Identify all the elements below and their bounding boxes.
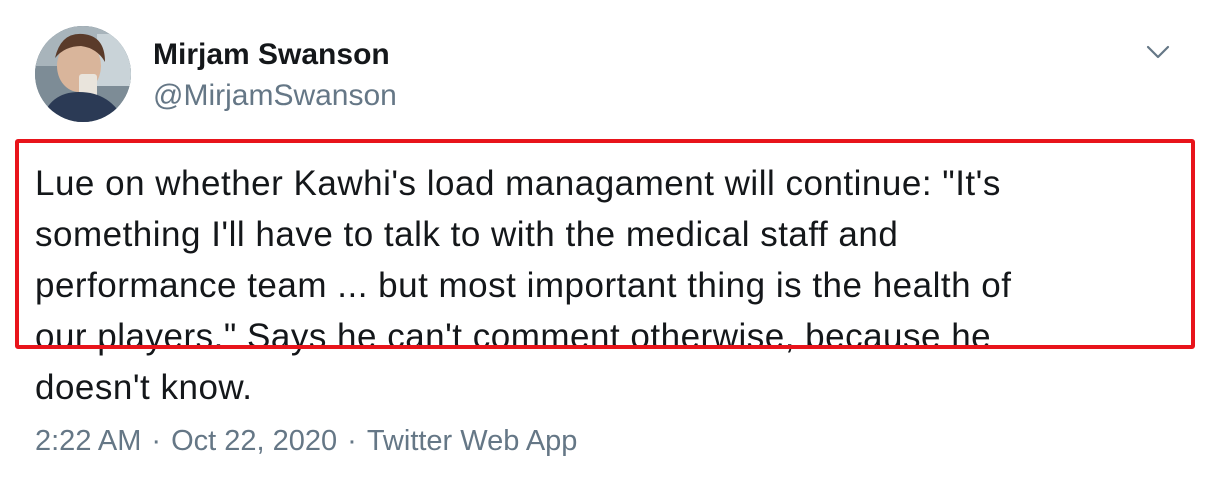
chevron-down-icon <box>1146 45 1170 59</box>
meta-separator: · <box>151 425 162 457</box>
tweet-meta: 2:22 AM · Oct 22, 2020 · Twitter Web App <box>35 421 577 461</box>
tweet-text: Lue on whether Kawhi's load managament w… <box>35 158 1185 413</box>
tweet-text-line: doesn't know. <box>35 368 253 407</box>
avatar-photo <box>35 26 131 122</box>
avatar[interactable] <box>35 26 131 122</box>
tweet-text-line: performance team ... but most important … <box>35 266 1012 305</box>
tweet-card: Mirjam Swanson @MirjamSwanson Lue on whe… <box>0 0 1212 486</box>
meta-separator: · <box>347 425 357 457</box>
tweet-text-line: Lue on whether Kawhi's load managament w… <box>35 164 1001 203</box>
author-block: Mirjam Swanson @MirjamSwanson <box>153 36 397 115</box>
tweet-menu-button[interactable] <box>1143 39 1173 65</box>
tweet-date[interactable]: Oct 22, 2020 <box>171 425 337 457</box>
tweet-text-line: something I'll have to talk to with the … <box>35 215 899 254</box>
tweet-source[interactable]: Twitter Web App <box>367 425 578 457</box>
tweet-time[interactable]: 2:22 AM <box>35 425 141 457</box>
author-handle[interactable]: @MirjamSwanson <box>153 77 397 115</box>
tweet-text-line: our players." Says he can't comment othe… <box>35 317 992 356</box>
author-display-name[interactable]: Mirjam Swanson <box>153 36 397 74</box>
